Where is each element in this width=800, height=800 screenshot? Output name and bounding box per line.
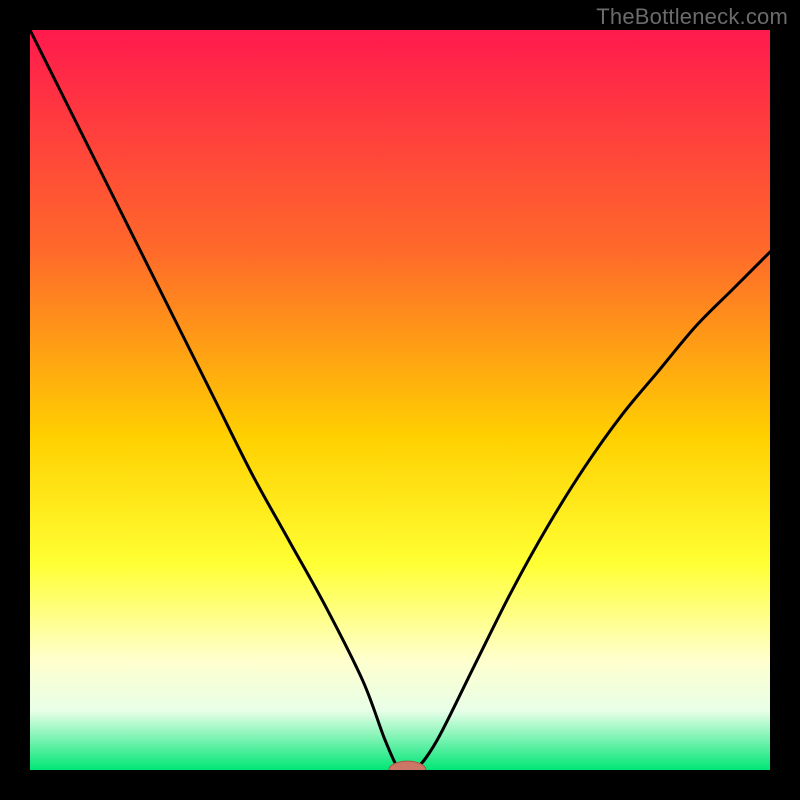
plot-svg [30,30,770,770]
plot-area [30,30,770,770]
watermark-text: TheBottleneck.com [596,4,788,30]
gradient-bg [30,30,770,770]
chart-frame: TheBottleneck.com [0,0,800,800]
